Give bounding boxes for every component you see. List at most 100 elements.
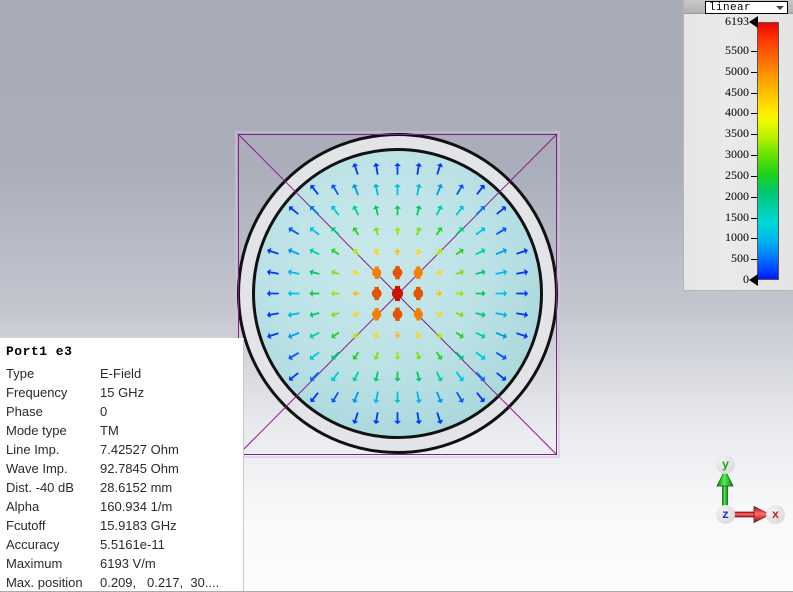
info-row-value: 5.5161e-11	[100, 537, 165, 552]
colorbar-min-marker-icon[interactable]	[749, 274, 758, 286]
field-vector-arrow	[415, 331, 422, 339]
triad-y-ball[interactable]: y	[716, 455, 735, 474]
field-vector-arrow	[435, 371, 443, 382]
field-vector-arrow	[436, 391, 444, 403]
field-vector-arrow	[352, 205, 360, 216]
field-vector-arrow	[288, 247, 300, 255]
info-row-key: Phase	[6, 404, 43, 419]
triad-z-ball[interactable]: z	[716, 505, 735, 524]
field-vector-arrow	[435, 205, 443, 216]
colorbar-gradient	[757, 22, 779, 280]
field-vector-arrow	[309, 331, 320, 339]
field-vector-arrow	[287, 290, 300, 297]
field-vector-arrow	[267, 332, 279, 340]
info-row-key: Alpha	[6, 499, 40, 514]
field-vector-arrow	[394, 205, 401, 216]
axis-orientation-triad[interactable]: y z x	[700, 450, 790, 540]
colorbar-tick-dash	[751, 134, 757, 136]
field-vector-arrow	[331, 290, 340, 297]
field-vector-arrow	[394, 331, 401, 339]
field-vector-arrow	[266, 290, 279, 297]
field-vector-arrow	[415, 351, 422, 360]
field-vector-arrow	[288, 226, 300, 236]
field-vector-arrow	[516, 268, 529, 276]
field-vector-arrow	[476, 184, 485, 195]
field-vector-arrow	[352, 269, 360, 276]
field-vector-arrow	[287, 311, 300, 319]
field-vector-arrow	[310, 371, 320, 381]
field-vector-arrow	[394, 351, 401, 360]
info-row-value: 160.934 1/m	[100, 499, 173, 514]
colorbar-max-marker-icon[interactable]	[749, 16, 758, 28]
field-vector-arrow	[475, 269, 486, 276]
colorbar-tick-dash	[751, 155, 757, 157]
info-row: Phase 0	[6, 402, 243, 421]
field-vector-arrow	[351, 391, 359, 403]
field-vector-arrow	[330, 205, 340, 216]
info-row-key: Accuracy	[6, 537, 60, 552]
field-vector-arrow	[373, 371, 380, 382]
field-vector-arrow	[455, 227, 464, 236]
field-vector-arrow	[373, 227, 380, 236]
field-vector-arrow	[394, 248, 401, 256]
field-vector-arrow	[372, 391, 380, 404]
field-vector-arrow	[415, 205, 422, 216]
field-info-panel: Port1 e3 Type E-Field Frequency 15 GHz Phase…	[0, 338, 244, 591]
triad-arrows-icon	[716, 469, 771, 524]
field-vector-arrow	[435, 331, 442, 338]
field-vector-arrow	[495, 290, 508, 297]
info-row: Dist. -40 dB 28.6152 mm	[6, 478, 243, 497]
info-row: Line Imp. 7.42527 Ohm	[6, 440, 243, 459]
info-row-key: Line Imp.	[6, 442, 60, 457]
colorbar-tick-dash	[751, 71, 757, 73]
field-vector-arrow	[371, 286, 382, 301]
colorbar-tick-dash	[751, 238, 757, 240]
field-vector-arrow	[309, 351, 320, 361]
colorbar-tick-dash	[751, 196, 757, 198]
field-vector-arrow	[288, 351, 300, 361]
colorbar-tick-list: 6193 5500 5000 4500 4000 3500 3000 2500 2000 1500…	[724, 14, 758, 286]
triad-y-label: y	[721, 457, 730, 472]
field-vector-arrow	[495, 268, 508, 276]
field-vector-arrow	[372, 162, 380, 175]
colorbar-tick-label: 4500	[725, 84, 749, 99]
field-vector-arrow	[495, 351, 507, 361]
scale-mode-dropdown[interactable]: linear	[705, 1, 788, 14]
triad-x-ball[interactable]: x	[766, 505, 785, 524]
field-vector-arrow	[353, 249, 360, 256]
field-vector-arrow	[436, 412, 444, 424]
chevron-down-icon[interactable]	[776, 6, 784, 10]
field-vector-arrow	[331, 351, 340, 360]
triad-z-label: z	[721, 507, 730, 522]
field-vector-arrow	[435, 290, 443, 297]
info-row: Max. position 0.209, 0.217, 30....	[6, 573, 243, 592]
info-row-value: 7.42527 Ohm	[100, 442, 179, 457]
info-row: Frequency 15 GHz	[6, 383, 243, 402]
field-vector-arrow	[331, 227, 340, 236]
field-vector-arrow	[455, 371, 465, 382]
field-vector-arrow	[415, 183, 423, 196]
field-vector-arrow	[435, 227, 443, 236]
field-vector-arrow	[496, 206, 507, 215]
field-vector-arrow	[495, 226, 507, 236]
field-vector-arrow	[394, 162, 401, 175]
field-vector-arrow	[495, 247, 507, 255]
field-vector-arrow	[392, 266, 403, 280]
field-vector-arrow	[455, 331, 464, 339]
field-vector-arrow	[372, 412, 380, 425]
field-vector-arrow	[415, 391, 423, 404]
colorbar-tick-dash	[751, 259, 757, 261]
field-vector-arrow	[372, 183, 380, 196]
info-row-value: TM	[100, 423, 119, 438]
info-row-value: E-Field	[100, 366, 142, 381]
field-vector-arrow	[352, 371, 360, 382]
info-row-value: 0	[100, 404, 108, 419]
field-vector-arrow	[475, 371, 485, 381]
field-vector-arrow	[413, 266, 423, 279]
colorbar-tick-label: 2000	[725, 188, 749, 203]
field-vector-arrow	[352, 227, 360, 236]
colorbar-tick-label: 1000	[725, 230, 749, 245]
colorbar-tick-label: 6193	[725, 14, 749, 28]
field-vector-arrow	[495, 311, 508, 319]
info-row-value: 15.9183 GHz	[100, 518, 177, 533]
